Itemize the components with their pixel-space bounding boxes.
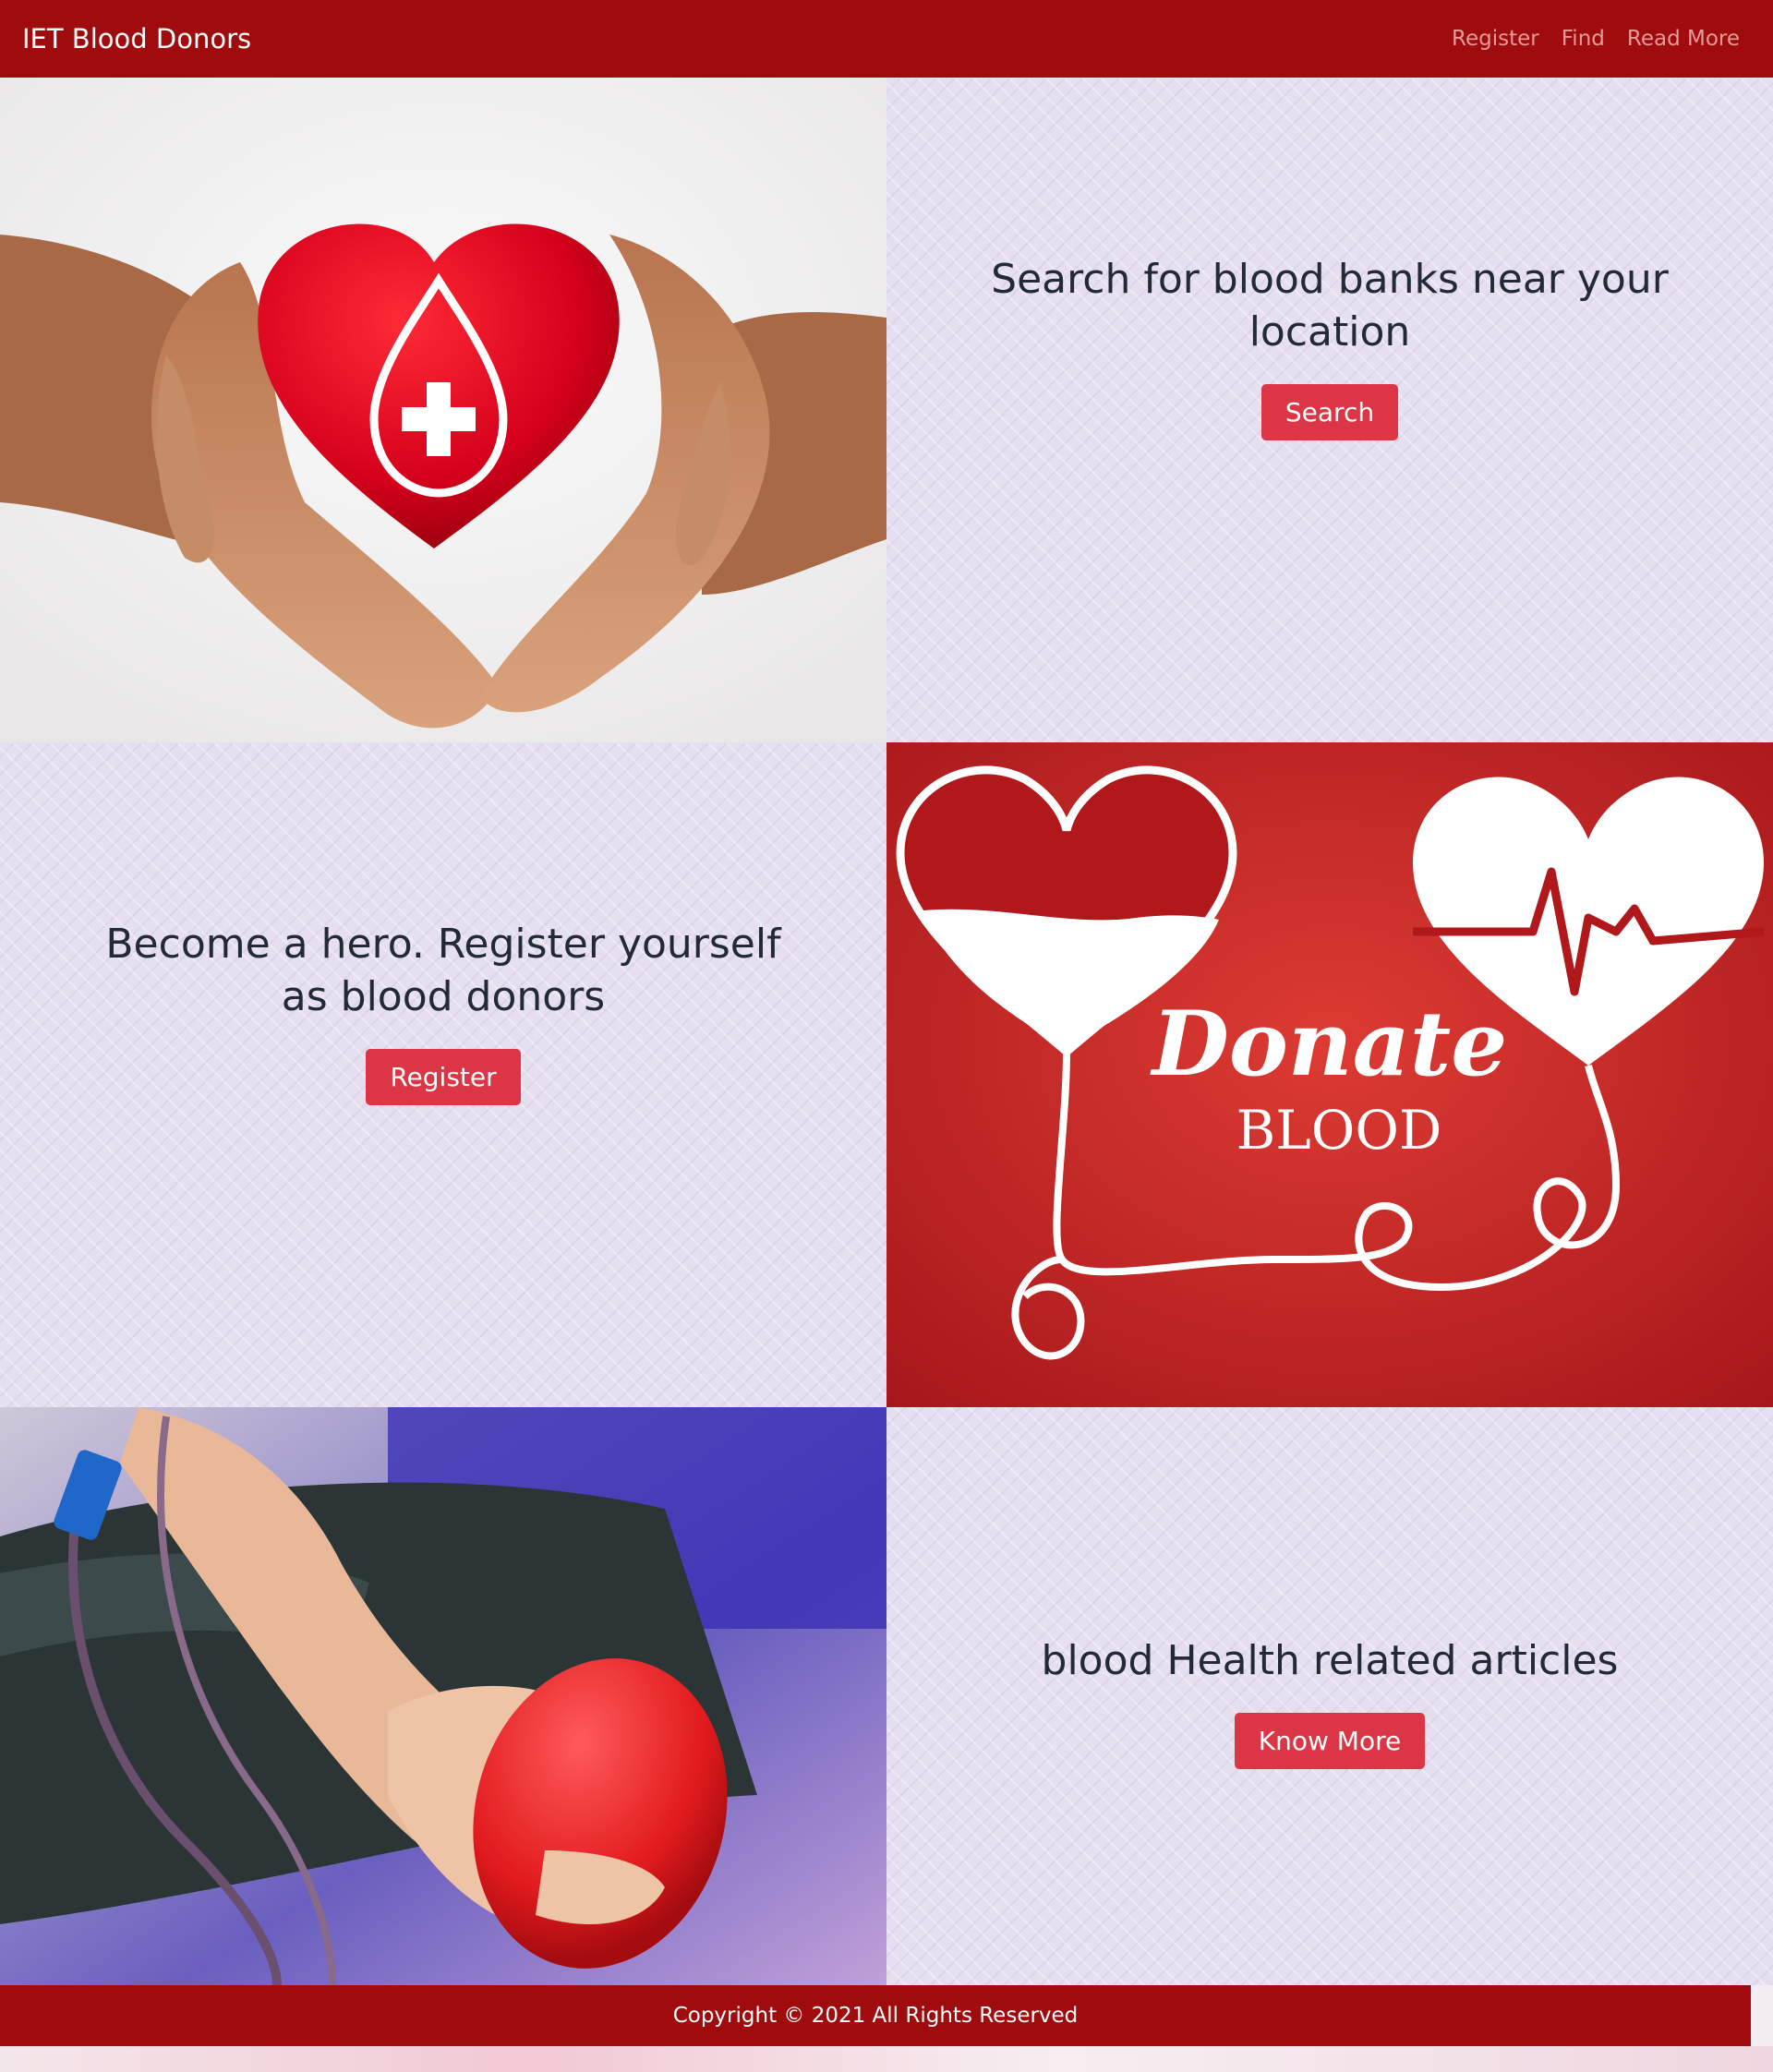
donate-graphic-subtext: BLOOD [1236, 1099, 1442, 1162]
nav-links: Register Find Read More [1452, 27, 1740, 51]
hands-heart-illustration [0, 78, 886, 742]
nav-link-find[interactable]: Find [1562, 27, 1605, 51]
brand-title[interactable]: IET Blood Donors [22, 23, 251, 54]
nav-link-read-more[interactable]: Read More [1627, 27, 1740, 51]
search-block: Search for blood banks near your locatio… [886, 253, 1773, 440]
donate-graphic-text: Donate [1150, 992, 1508, 1096]
register-section: Become a hero. Register yourself as bloo… [0, 742, 886, 1407]
copyright-text: Copyright © 2021 All Rights Reserved [672, 2004, 1079, 2028]
register-heading: Become a hero. Register yourself as bloo… [105, 921, 781, 1020]
articles-block: blood Health related articles Know More [886, 1634, 1773, 1769]
register-block: Become a hero. Register yourself as bloo… [0, 918, 886, 1105]
search-section: Search for blood banks near your locatio… [886, 78, 1773, 742]
footer-gutter [1751, 1985, 1773, 2046]
donate-blood-illustration: Donate BLOOD [886, 742, 1773, 1407]
search-button[interactable]: Search [1260, 384, 1399, 440]
bottom-background-strip [0, 2046, 1773, 2072]
hands-heart-image [0, 78, 886, 742]
search-heading: Search for blood banks near your locatio… [991, 256, 1669, 355]
donation-arm-image [0, 1407, 886, 1985]
navbar: IET Blood Donors Register Find Read More [0, 0, 1773, 78]
donation-arm-illustration [0, 1407, 886, 1985]
donate-blood-image: Donate BLOOD [886, 742, 1773, 1407]
know-more-button[interactable]: Know More [1234, 1713, 1426, 1769]
nav-link-register[interactable]: Register [1452, 27, 1539, 51]
articles-section: blood Health related articles Know More [886, 1407, 1773, 1985]
articles-heading: blood Health related articles [1041, 1637, 1619, 1684]
footer: Copyright © 2021 All Rights Reserved [0, 1985, 1751, 2046]
register-button[interactable]: Register [366, 1049, 521, 1105]
